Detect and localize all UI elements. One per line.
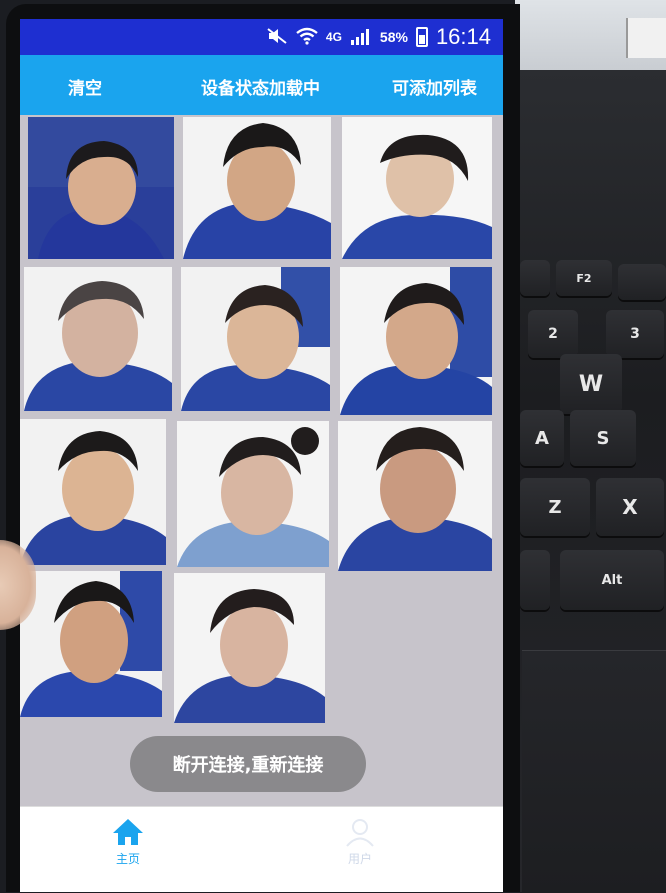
mute-icon	[266, 27, 288, 48]
laptop-window	[626, 18, 666, 58]
add-list-button[interactable]: 可添加列表	[392, 74, 477, 99]
face-photo-5[interactable]	[181, 267, 330, 411]
keyboard-key: 3	[606, 310, 664, 358]
keyboard-key: Z	[520, 478, 590, 536]
phone-screen: 4G 58% 16:14 清空 设备状态加载中 可添加列表 断开连接,重新连接 …	[20, 19, 503, 892]
keyboard-key: X	[596, 478, 664, 536]
keyboard-key	[520, 260, 550, 296]
face-photo-8[interactable]	[177, 421, 329, 567]
face-photo-2[interactable]	[183, 117, 331, 259]
keyboard-key: S	[570, 410, 636, 466]
app-bar: 清空 设备状态加载中 可添加列表	[20, 55, 503, 115]
phone-frame: 4G 58% 16:14 清空 设备状态加载中 可添加列表 断开连接,重新连接 …	[6, 4, 520, 892]
face-photo-9[interactable]	[338, 421, 492, 571]
clock: 16:14	[435, 24, 491, 49]
home-icon	[113, 819, 143, 845]
battery-percent: 58%	[379, 29, 408, 45]
face-photo-4[interactable]	[24, 267, 172, 411]
user-icon	[346, 819, 374, 847]
laptop-screen	[515, 0, 666, 70]
face-photo-6[interactable]	[340, 267, 492, 415]
face-photo-1[interactable]	[28, 117, 174, 259]
nav-label-home: 主页	[115, 852, 140, 866]
face-photo-10[interactable]	[20, 571, 162, 717]
keyboard-key: Alt	[560, 550, 664, 610]
status-bar: 4G 58% 16:14	[20, 19, 503, 55]
laptop-keyboard: F2 2 3 W A S Z X Alt	[520, 250, 666, 630]
laptop-trackpad	[522, 650, 666, 893]
keyboard-key: A	[520, 410, 564, 466]
app-title: 设备状态加载中	[201, 79, 320, 99]
keyboard-key	[520, 550, 550, 610]
battery-icon	[415, 27, 428, 47]
bottom-navigation: 主页 用户	[20, 806, 503, 892]
face-photo-7[interactable]	[20, 419, 166, 565]
wifi-icon	[296, 27, 318, 48]
nav-label-user: 用户	[347, 852, 372, 866]
keyboard-key: F2	[556, 260, 612, 296]
keyboard-key	[618, 264, 666, 300]
nav-item-user[interactable]: 用户	[320, 817, 400, 867]
toast-message: 断开连接,重新连接	[130, 736, 366, 792]
keyboard-key: 2	[528, 310, 578, 358]
face-photo-3[interactable]	[342, 117, 492, 259]
signal-icon	[350, 27, 372, 48]
clear-button[interactable]: 清空	[68, 74, 102, 99]
nav-item-home[interactable]: 主页	[88, 817, 168, 867]
face-photo-grid	[20, 115, 503, 815]
face-photo-11[interactable]	[174, 573, 325, 723]
keyboard-key: W	[560, 354, 622, 414]
network-type: 4G	[325, 30, 342, 44]
